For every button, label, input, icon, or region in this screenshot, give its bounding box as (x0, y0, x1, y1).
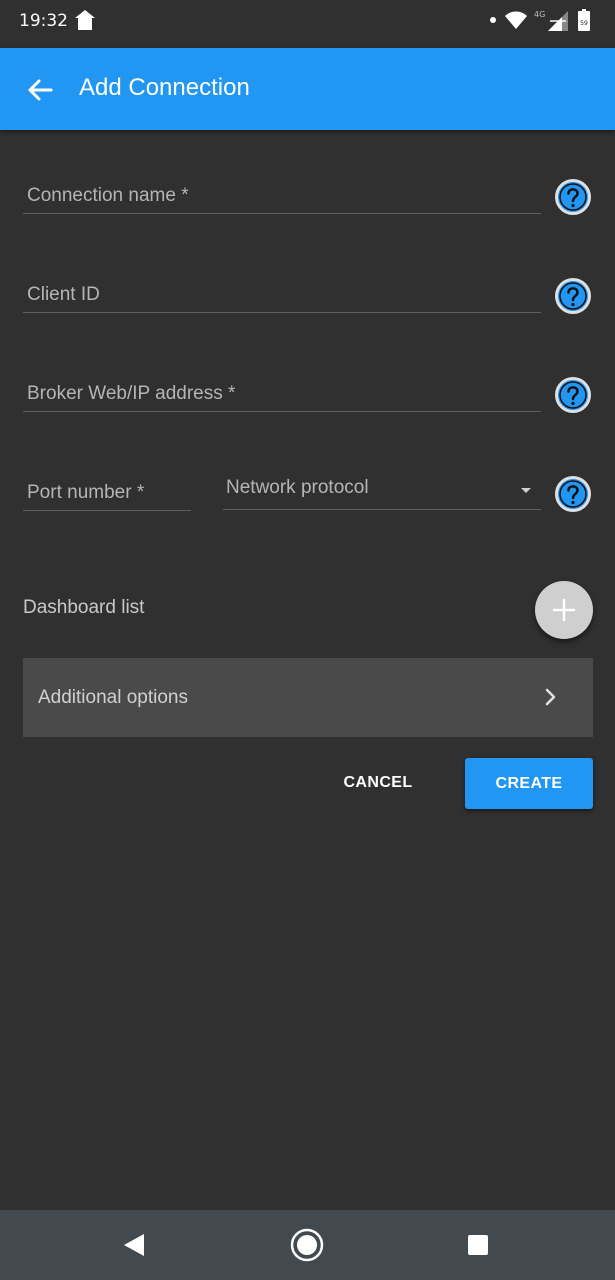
additional-options-label: Additional options (38, 687, 188, 708)
cancel-button[interactable]: CANCEL (325, 758, 431, 808)
status-time: 19:32 (19, 11, 68, 31)
cell-signal-icon: 4G (534, 10, 568, 31)
home-circle-icon[interactable] (289, 1227, 325, 1263)
back-triangle-icon[interactable] (116, 1227, 152, 1263)
port-number-field[interactable]: Port number * (23, 463, 191, 511)
dashboard-list-label: Dashboard list (23, 597, 145, 618)
status-bar: 19:32 4G 59 (0, 0, 615, 48)
broker-address-field[interactable]: Broker Web/IP address * (23, 364, 541, 412)
system-nav-bar (0, 1210, 615, 1280)
network-protocol-label: Network protocol (226, 477, 369, 498)
network-protocol-select[interactable]: Network protocol (223, 462, 541, 510)
recents-square-icon[interactable] (460, 1227, 496, 1263)
arrow-left-icon (28, 79, 53, 101)
network-type: 4G (534, 10, 545, 19)
client-id-field[interactable]: Client ID (23, 265, 541, 313)
add-dashboard-button[interactable] (535, 581, 593, 639)
create-button[interactable]: CREATE (465, 758, 593, 809)
chevron-right-icon (545, 688, 556, 706)
back-button[interactable] (14, 64, 66, 116)
home-icon (75, 10, 95, 30)
connection-name-label: Connection name * (27, 185, 189, 206)
connection-name-help-icon[interactable] (555, 179, 591, 215)
wifi-icon (505, 11, 527, 29)
battery-level: 59 (580, 20, 588, 27)
client-id-label: Client ID (27, 284, 100, 305)
network-protocol-help-icon[interactable] (555, 476, 591, 512)
page-title: Add Connection (79, 74, 250, 101)
broker-address-help-icon[interactable] (555, 377, 591, 413)
connection-name-field[interactable]: Connection name * (23, 166, 541, 214)
port-number-label: Port number * (27, 482, 145, 503)
broker-address-label: Broker Web/IP address * (27, 383, 236, 404)
battery-icon: 59 (578, 9, 590, 31)
notification-dot-icon (490, 17, 496, 23)
dropdown-arrow-icon (521, 488, 531, 493)
app-bar: Add Connection (0, 48, 615, 130)
plus-icon (552, 598, 576, 622)
additional-options-panel[interactable]: Additional options (23, 658, 593, 737)
client-id-help-icon[interactable] (555, 278, 591, 314)
